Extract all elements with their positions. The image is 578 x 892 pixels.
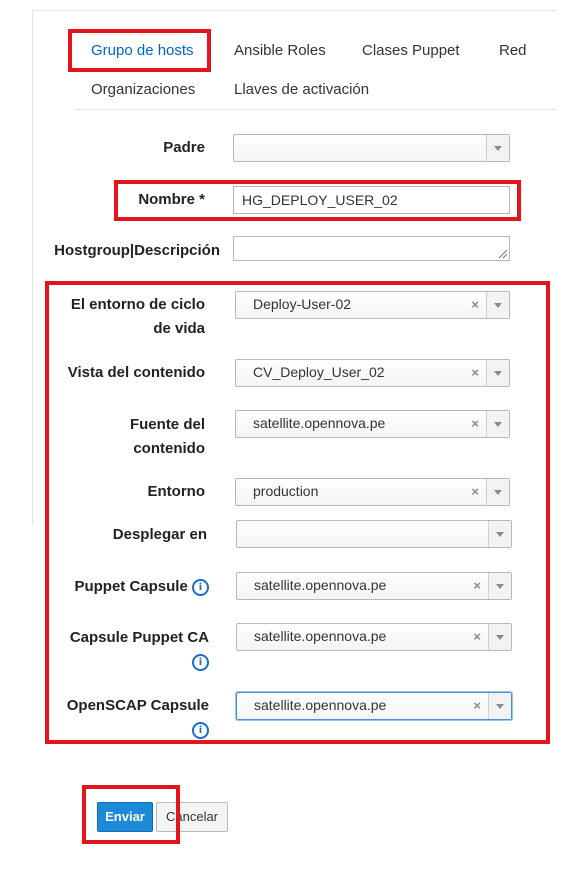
highlight-box-fields xyxy=(45,281,550,744)
tab-ansible-roles[interactable]: Ansible Roles xyxy=(234,42,326,59)
tab-organizations[interactable]: Organizaciones xyxy=(91,81,195,98)
panel-border-left xyxy=(32,10,33,525)
tab-activation-keys[interactable]: Llaves de activación xyxy=(234,81,369,98)
resize-handle-icon[interactable] xyxy=(499,250,507,258)
description-textarea[interactable] xyxy=(233,236,510,261)
tab-network[interactable]: Red xyxy=(499,42,527,59)
tab-puppet-classes[interactable]: Clases Puppet xyxy=(362,42,460,59)
panel-border-top xyxy=(32,10,556,11)
description-label: Hostgroup|Descripción xyxy=(54,242,220,259)
parent-select[interactable] xyxy=(233,134,510,162)
tabs-divider xyxy=(74,109,556,110)
highlight-box-submit xyxy=(82,785,180,844)
parent-label: Padre xyxy=(163,139,205,156)
highlight-box-tab xyxy=(68,29,211,72)
chevron-down-icon[interactable] xyxy=(486,135,509,161)
highlight-box-name xyxy=(114,180,521,221)
